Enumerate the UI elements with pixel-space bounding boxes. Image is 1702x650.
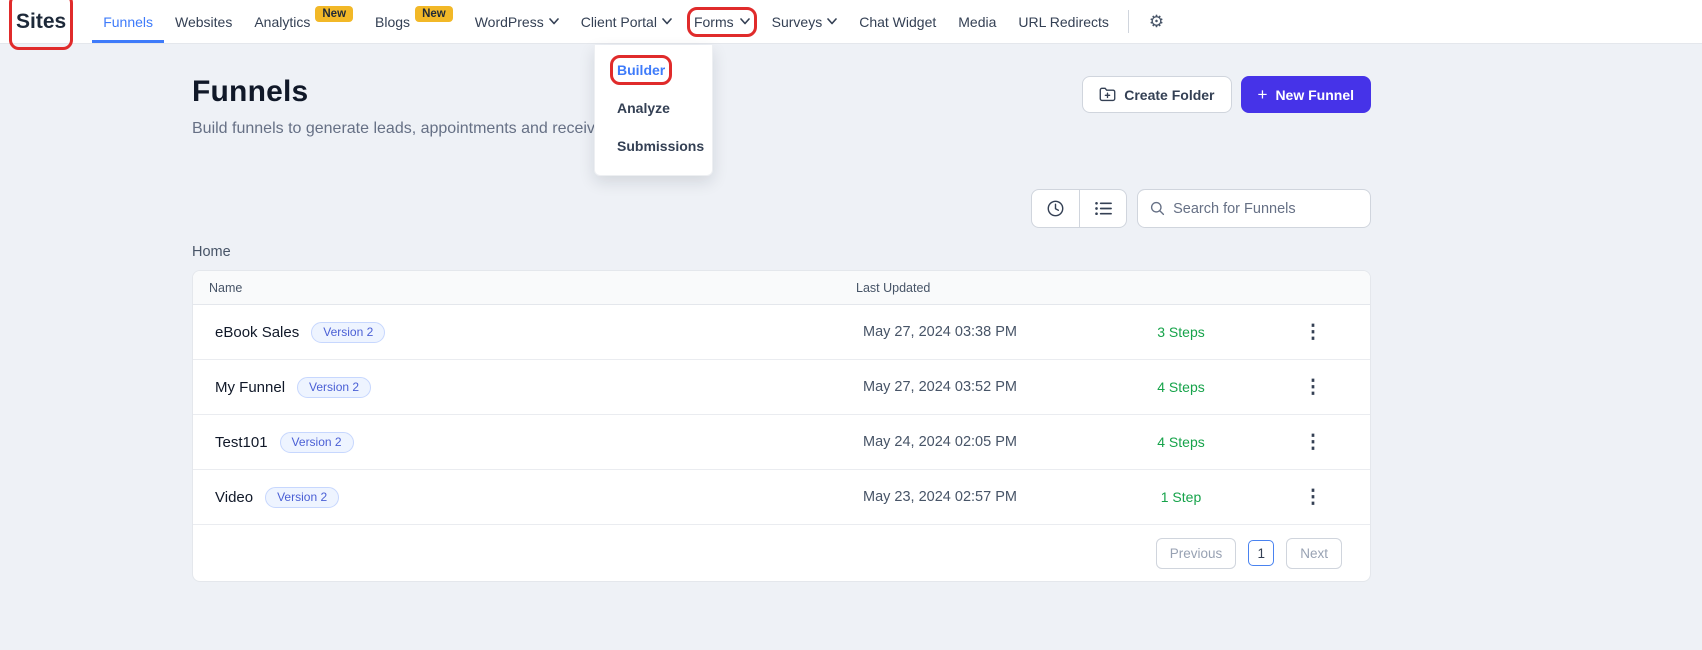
- nav-item-chat-widget[interactable]: Chat Widget: [848, 0, 947, 43]
- pagination-page-1[interactable]: 1: [1248, 540, 1274, 566]
- nav-item-client-portal[interactable]: Client Portal: [570, 0, 683, 43]
- kebab-menu-icon[interactable]: ⋮: [1296, 486, 1331, 509]
- table-footer: Previous 1 Next: [193, 525, 1370, 581]
- table-row-ebook-sales[interactable]: eBook Sales Version 2 May 27, 2024 03:38…: [193, 305, 1370, 360]
- page-header: Funnels Build funnels to generate leads,…: [192, 75, 604, 138]
- table-row-test101[interactable]: Test101 Version 2 May 24, 2024 02:05 PM …: [193, 415, 1370, 470]
- nav-item-surveys[interactable]: Surveys: [761, 0, 849, 43]
- funnel-name[interactable]: My Funnel: [215, 379, 285, 396]
- page-subtitle: Build funnels to generate leads, appoint…: [192, 120, 604, 138]
- version-badge: Version 2: [297, 377, 371, 398]
- column-header-name: Name: [193, 281, 856, 295]
- search-container: [1137, 189, 1371, 228]
- kebab-menu-icon[interactable]: ⋮: [1296, 376, 1331, 399]
- main-content: Funnels Build funnels to generate leads,…: [192, 75, 1371, 582]
- table-row-my-funnel[interactable]: My Funnel Version 2 May 27, 2024 03:52 P…: [193, 360, 1370, 415]
- table-row-video[interactable]: Video Version 2 May 23, 2024 02:57 PM 1 …: [193, 470, 1370, 525]
- recent-view-button[interactable]: [1032, 190, 1079, 227]
- steps-count: 3 Steps: [1106, 324, 1256, 340]
- nav-item-blogs[interactable]: Blogs New: [364, 0, 464, 43]
- create-folder-button[interactable]: Create Folder: [1082, 76, 1231, 113]
- last-updated: May 27, 2024 03:38 PM: [856, 324, 1106, 340]
- view-toggle-group: [1031, 189, 1127, 228]
- nav-item-websites[interactable]: Websites: [164, 0, 243, 43]
- new-badge: New: [315, 6, 353, 22]
- nav-item-media[interactable]: Media: [947, 0, 1007, 43]
- chevron-down-icon: [827, 18, 837, 25]
- last-updated: May 24, 2024 02:05 PM: [856, 434, 1106, 450]
- version-badge: Version 2: [311, 322, 385, 343]
- pagination-previous-button[interactable]: Previous: [1156, 538, 1237, 569]
- nav-item-forms[interactable]: Forms: [683, 0, 761, 43]
- sites-brand: Sites: [16, 0, 66, 43]
- steps-count: 1 Step: [1106, 489, 1256, 505]
- new-badge: New: [415, 6, 453, 22]
- list-toolbar: [192, 189, 1371, 228]
- steps-count: 4 Steps: [1106, 379, 1256, 395]
- menu-item-analyze[interactable]: Analyze: [595, 89, 712, 127]
- funnel-name[interactable]: Video: [215, 489, 253, 506]
- search-input[interactable]: [1173, 201, 1358, 217]
- funnel-name[interactable]: Test101: [215, 434, 268, 451]
- kebab-menu-icon[interactable]: ⋮: [1296, 431, 1331, 454]
- table-header: Name Last Updated: [193, 271, 1370, 305]
- nav-item-url-redirects[interactable]: URL Redirects: [1007, 0, 1120, 43]
- column-header-last-updated: Last Updated: [856, 281, 1106, 295]
- nav-items: Funnels Websites Analytics New Blogs New…: [92, 0, 1120, 43]
- chevron-down-icon: [740, 18, 750, 25]
- last-updated: May 23, 2024 02:57 PM: [856, 489, 1106, 505]
- funnels-table: Name Last Updated eBook Sales Version 2 …: [192, 270, 1371, 582]
- header-actions: Create Folder + New Funnel: [1082, 76, 1371, 113]
- menu-item-submissions[interactable]: Submissions: [595, 127, 712, 165]
- search-icon: [1150, 200, 1165, 217]
- folder-plus-icon: [1099, 87, 1116, 102]
- nav-item-wordpress[interactable]: WordPress: [464, 0, 570, 43]
- kebab-menu-icon[interactable]: ⋮: [1296, 321, 1331, 344]
- chevron-down-icon: [549, 18, 559, 25]
- nav-item-analytics[interactable]: Analytics New: [243, 0, 364, 43]
- gear-icon[interactable]: ⚙: [1143, 0, 1170, 43]
- menu-item-builder[interactable]: Builder: [595, 51, 712, 89]
- plus-icon: +: [1258, 86, 1268, 103]
- list-icon: [1094, 200, 1113, 217]
- breadcrumb[interactable]: Home: [192, 244, 1371, 260]
- top-navigation: Sites Funnels Websites Analytics New Blo…: [0, 0, 1702, 44]
- chevron-down-icon: [662, 18, 672, 25]
- page-title: Funnels: [192, 75, 604, 109]
- forms-label-highlight: Forms: [694, 14, 750, 30]
- steps-count: 4 Steps: [1106, 434, 1256, 450]
- pagination-next-button[interactable]: Next: [1286, 538, 1342, 569]
- version-badge: Version 2: [280, 432, 354, 453]
- forms-dropdown-menu: Builder Analyze Submissions: [594, 45, 713, 176]
- nav-divider: [1128, 10, 1129, 33]
- new-funnel-button[interactable]: + New Funnel: [1241, 76, 1372, 113]
- version-badge: Version 2: [265, 487, 339, 508]
- nav-item-funnels[interactable]: Funnels: [92, 0, 164, 43]
- clock-icon: [1046, 199, 1065, 218]
- last-updated: May 27, 2024 03:52 PM: [856, 379, 1106, 395]
- funnel-name[interactable]: eBook Sales: [215, 324, 299, 341]
- list-view-button[interactable]: [1079, 190, 1126, 227]
